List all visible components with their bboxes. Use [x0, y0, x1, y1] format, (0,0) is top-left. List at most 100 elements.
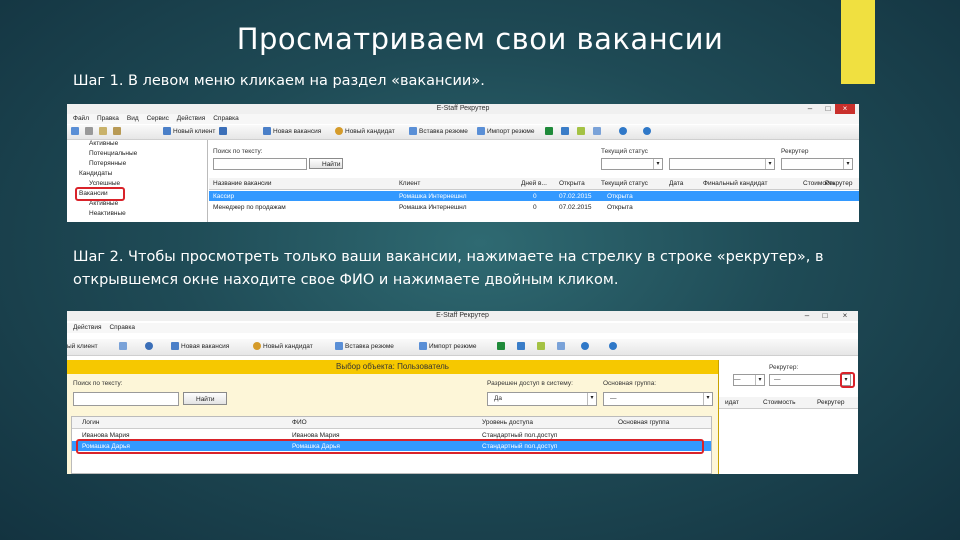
calendar-icon[interactable]: [119, 342, 129, 352]
recruiter-filter-select[interactable]: ▾: [781, 158, 853, 170]
task-icon[interactable]: [577, 127, 587, 137]
new-vacancy-button[interactable]: Новая вакансия: [171, 342, 229, 352]
minimize-button[interactable]: –: [803, 104, 817, 114]
globe-icon[interactable]: [581, 342, 591, 352]
close-button[interactable]: ×: [838, 311, 852, 321]
import-icon: [419, 342, 427, 351]
column-login[interactable]: Логин: [82, 417, 99, 428]
table-row[interactable]: Менеджер по продажам Ромашка Интернешнл …: [209, 202, 859, 212]
group-label: Основная группа:: [603, 380, 657, 387]
status-filter-label: Текущий статус: [601, 148, 648, 155]
tree-item-potential-clients[interactable]: Потенциальные: [89, 150, 137, 157]
menu-item-service[interactable]: Сервис: [147, 115, 169, 122]
chevron-down-icon: ▾: [843, 159, 852, 169]
maximize-button[interactable]: □: [821, 104, 835, 114]
recruiter-filter-label: Рекрутер: [781, 148, 809, 155]
column-date[interactable]: Дата: [669, 178, 683, 189]
insert-icon: [409, 127, 417, 136]
search-input[interactable]: [213, 158, 307, 170]
chevron-down-icon: ▾: [765, 159, 774, 169]
menu-item-file[interactable]: Файл: [73, 115, 89, 122]
status-filter-select[interactable]: ▾: [601, 158, 663, 170]
new-client-button[interactable]: Новый клиент: [163, 127, 215, 137]
step2-text: Шаг 2. Чтобы просмотреть только ваши вак…: [73, 249, 824, 288]
menu-item-actions[interactable]: Действия: [73, 324, 101, 331]
calendar-icon[interactable]: [593, 127, 603, 137]
insert-resume-button[interactable]: Вставка резюме: [409, 127, 468, 137]
dialog-search-input[interactable]: [73, 392, 179, 406]
column-final-candidate[interactable]: Финальный кандидат: [703, 178, 768, 189]
menu-item-edit[interactable]: Правка: [97, 115, 119, 122]
column-main-group[interactable]: Основная группа: [618, 417, 669, 428]
find-button[interactable]: Найти: [309, 158, 343, 169]
vacancy-icon: [263, 127, 271, 136]
chart-icon[interactable]: [517, 342, 527, 352]
vacancy-table-header: Название вакансии Клиент Дней в... Откры…: [209, 178, 859, 190]
new-client-button[interactable]: ый клиент: [67, 342, 98, 352]
refresh-icon[interactable]: [219, 127, 229, 137]
paste-icon[interactable]: [113, 127, 123, 137]
step1-text: Шаг 1. В левом меню кликаем на раздел «в…: [73, 73, 485, 89]
window-titlebar: E-Staff Рекрутер – □ ×: [67, 104, 859, 114]
copy-icon[interactable]: [99, 127, 109, 137]
cut-icon[interactable]: [85, 127, 95, 137]
search-label: Поиск по тексту:: [213, 148, 263, 155]
help-icon[interactable]: [643, 127, 653, 137]
globe-icon[interactable]: [619, 127, 629, 137]
tree-item-candidates[interactable]: Кандидаты: [79, 170, 112, 177]
recruiter-select[interactable]: — ▾: [769, 374, 851, 386]
tree-item-lost-clients[interactable]: Потерянные: [89, 160, 126, 167]
window-title: E-Staff Рекрутер: [436, 312, 489, 319]
insert-resume-button[interactable]: Вставка резюме: [335, 342, 394, 352]
dialog-find-button[interactable]: Найти: [183, 392, 227, 405]
candidate-icon: [253, 342, 261, 351]
dialog-title: Выбор объекта: Пользователь: [67, 360, 718, 374]
tree-item-active-vacancies[interactable]: Активные: [89, 200, 118, 207]
column-opened[interactable]: Открыта: [559, 178, 585, 189]
column-access-level[interactable]: Уровень доступа: [482, 417, 533, 428]
calendar-icon[interactable]: [557, 342, 567, 352]
column-status[interactable]: Текущий статус: [601, 178, 648, 189]
access-select[interactable]: Да ▾: [487, 392, 597, 406]
refresh-icon[interactable]: [145, 342, 155, 352]
menu-bar: Файл Правка Вид Сервис Действия Справка: [67, 114, 859, 124]
access-label: Разрешен доступ в систему:: [487, 380, 573, 387]
menu-item-actions[interactable]: Действия: [177, 115, 205, 122]
menu-item-help[interactable]: Справка: [109, 324, 135, 331]
task-icon[interactable]: [537, 342, 547, 352]
close-button[interactable]: ×: [835, 104, 855, 114]
column-days[interactable]: Дней в...: [521, 178, 547, 189]
toolbar: Новый клиент Новая вакансия Новый кандид…: [67, 125, 859, 140]
excel-icon[interactable]: [545, 127, 555, 137]
import-resume-button[interactable]: Импорт резюме: [477, 127, 534, 137]
dialog-search-label: Поиск по тексту:: [73, 380, 123, 387]
tree-item-successful[interactable]: Успешные: [89, 180, 120, 187]
tree-item-active-clients[interactable]: Активные: [89, 140, 118, 147]
column-name[interactable]: Название вакансии: [213, 178, 272, 189]
group-select[interactable]: — ▾: [603, 392, 713, 406]
new-candidate-button[interactable]: Новый кандидат: [335, 127, 395, 137]
chevron-down-icon: ▾: [653, 159, 662, 169]
tree-item-inactive-vacancies[interactable]: Неактивные: [89, 210, 126, 217]
chevron-down-icon: ▾: [755, 375, 764, 385]
table-row[interactable]: Кассир Ромашка Интернешнл 0 07.02.2015 О…: [209, 191, 859, 201]
minimize-button[interactable]: –: [800, 311, 814, 321]
excel-icon[interactable]: [497, 342, 507, 352]
maximize-button[interactable]: □: [818, 311, 832, 321]
column-fio[interactable]: ФИО: [292, 417, 307, 428]
navigation-tree: Активные Потенциальные Потерянные Кандид…: [67, 140, 208, 222]
highlight-box-recruiter-arrow: [840, 372, 855, 388]
column-recruiter[interactable]: Рекрутер: [825, 178, 852, 189]
prior-filter-select[interactable]: — ▾: [733, 374, 765, 386]
chart-icon[interactable]: [561, 127, 571, 137]
column-client[interactable]: Клиент: [399, 178, 420, 189]
back-icon[interactable]: [71, 127, 81, 137]
new-vacancy-button[interactable]: Новая вакансия: [263, 127, 321, 137]
menu-item-view[interactable]: Вид: [127, 115, 139, 122]
chevron-down-icon: ▾: [703, 393, 712, 405]
import-resume-button[interactable]: Импорт резюме: [419, 342, 476, 352]
new-candidate-button[interactable]: Новый кандидат: [253, 342, 313, 352]
menu-item-help[interactable]: Справка: [213, 115, 239, 122]
help-icon[interactable]: [609, 342, 619, 352]
stage-filter-select[interactable]: ▾: [669, 158, 775, 170]
